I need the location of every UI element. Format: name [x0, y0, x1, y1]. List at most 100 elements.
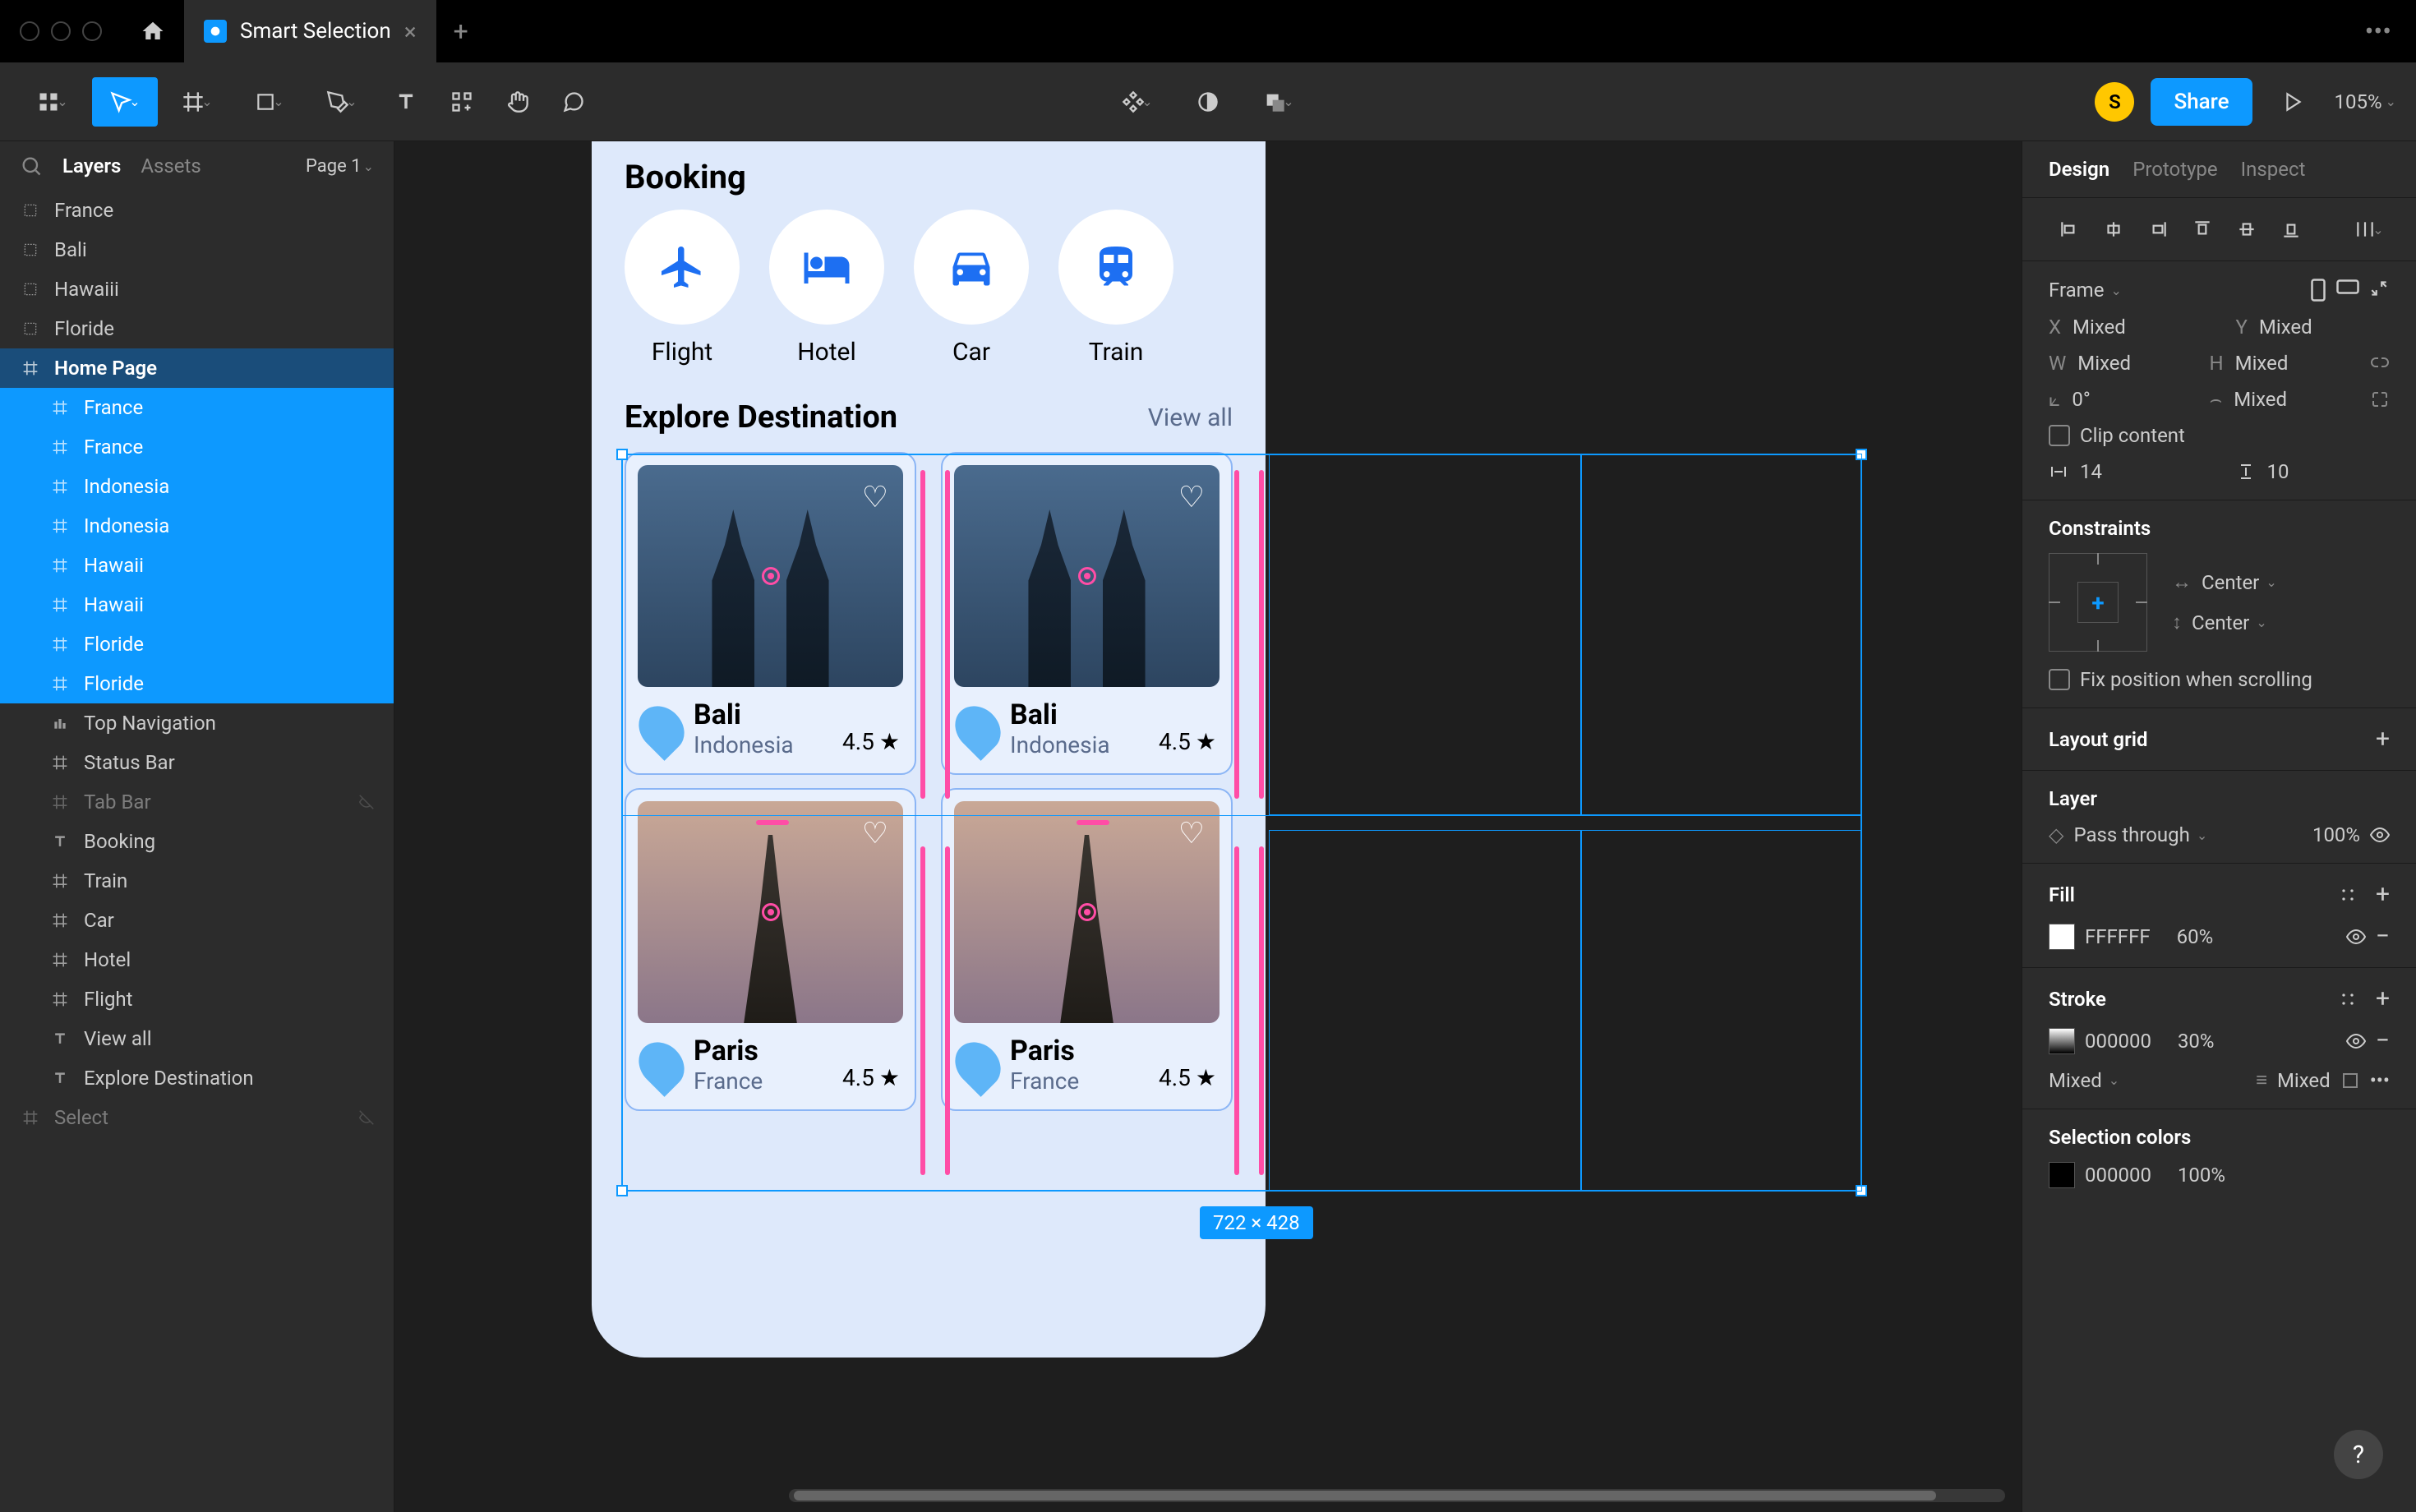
text-tool-button[interactable] — [381, 77, 431, 127]
scrollbar-thumb[interactable] — [794, 1491, 1936, 1500]
layer-item[interactable]: Top Navigation — [0, 703, 394, 743]
fill-swatch[interactable] — [2049, 924, 2075, 950]
smart-spacing-handle[interactable] — [920, 470, 925, 799]
layer-item[interactable]: Select — [0, 1098, 394, 1137]
booking-category[interactable]: Car — [914, 210, 1029, 366]
stroke-swatch[interactable] — [2049, 1028, 2075, 1054]
booking-category[interactable]: Hotel — [769, 210, 884, 366]
smart-spacing-handle[interactable] — [945, 846, 950, 1175]
v-constraint[interactable]: Center — [2192, 611, 2249, 634]
help-button[interactable]: ? — [2334, 1430, 2383, 1479]
stroke-visibility-icon[interactable] — [2346, 1031, 2366, 1051]
radius-input[interactable]: Mixed — [2234, 388, 2287, 411]
share-button[interactable]: Share — [2151, 78, 2252, 126]
inspect-tab[interactable]: Inspect — [2241, 158, 2306, 181]
assets-tab[interactable]: Assets — [141, 154, 201, 177]
layer-item[interactable]: View all — [0, 1019, 394, 1058]
blend-mode[interactable]: Pass through — [2073, 823, 2189, 846]
hand-tool-button[interactable] — [493, 77, 542, 127]
layer-item[interactable]: Car — [0, 901, 394, 940]
pen-tool-button[interactable]: ⌄ — [309, 77, 375, 127]
home-button[interactable] — [122, 0, 184, 62]
frame-tool-button[interactable]: ⌄ — [164, 77, 230, 127]
align-right-icon[interactable] — [2137, 214, 2179, 244]
present-button[interactable] — [2269, 77, 2318, 127]
layer-item[interactable]: Flight — [0, 980, 394, 1019]
add-fill-icon[interactable]: + — [2376, 880, 2390, 909]
fill-visibility-icon[interactable] — [2346, 927, 2366, 947]
zoom-control[interactable]: 105% ⌄ — [2335, 90, 2396, 113]
fix-scroll-checkbox[interactable] — [2049, 669, 2070, 690]
distribute-icon[interactable]: ⌄ — [2349, 214, 2390, 244]
file-tab[interactable]: Smart Selection × — [184, 0, 436, 62]
layer-item[interactable]: Status Bar — [0, 743, 394, 782]
components-button[interactable]: ⌄ — [1104, 77, 1170, 127]
align-hcenter-icon[interactable] — [2093, 214, 2134, 244]
add-layout-grid-icon[interactable]: + — [2376, 725, 2390, 754]
layer-item[interactable]: Floride — [0, 625, 394, 664]
independent-corners-icon[interactable] — [2370, 390, 2390, 409]
remove-stroke-icon[interactable]: − — [2376, 1026, 2390, 1055]
close-tab-icon[interactable]: × — [404, 18, 417, 45]
layer-hidden-icon[interactable] — [359, 1110, 374, 1125]
stroke-opacity[interactable]: 30% — [2178, 1030, 2215, 1053]
smart-spacing-handle[interactable] — [1259, 846, 1264, 1175]
visibility-icon[interactable] — [2370, 825, 2390, 845]
hspacing-input[interactable]: 14 — [2080, 460, 2102, 483]
selcolor-swatch[interactable] — [2049, 1162, 2075, 1188]
view-all-link[interactable]: View all — [1148, 403, 1233, 432]
add-stroke-icon[interactable]: + — [2376, 984, 2390, 1013]
smart-spacing-handle[interactable] — [945, 470, 950, 799]
stroke-more-icon[interactable]: ••• — [2370, 1069, 2390, 1092]
fill-style-icon[interactable] — [2340, 887, 2356, 903]
close-window-icon[interactable] — [20, 21, 39, 41]
layer-item[interactable]: Booking — [0, 822, 394, 861]
vspacing-input[interactable]: 10 — [2267, 460, 2289, 483]
layer-item[interactable]: Indonesia — [0, 467, 394, 506]
smart-spacing-handle[interactable] — [1234, 846, 1239, 1175]
smart-spacing-handle[interactable] — [920, 846, 925, 1175]
link-dimensions-icon[interactable] — [2370, 353, 2390, 373]
layer-item[interactable]: Train — [0, 861, 394, 901]
remove-fill-icon[interactable]: − — [2376, 922, 2390, 951]
frame-type[interactable]: Frame — [2049, 279, 2104, 302]
resources-tool-button[interactable] — [437, 77, 486, 127]
align-top-icon[interactable] — [2182, 214, 2223, 244]
resize-handle[interactable] — [616, 1185, 628, 1196]
layer-item[interactable]: Bali — [0, 230, 394, 270]
orientation-portrait-icon[interactable] — [2309, 278, 2327, 302]
stroke-hex[interactable]: 000000 — [2085, 1030, 2151, 1053]
stroke-position[interactable]: Mixed — [2049, 1069, 2102, 1092]
layer-item[interactable]: Floride — [0, 309, 394, 348]
page-selector[interactable]: Page 1 ⌄ — [306, 156, 374, 177]
layer-item[interactable]: France — [0, 388, 394, 427]
canvas[interactable]: Booking FlightHotelCarTrain Explore Dest… — [394, 141, 2022, 1512]
window-menu-icon[interactable]: ••• — [2340, 16, 2416, 47]
design-tab[interactable]: Design — [2049, 158, 2109, 181]
booking-category[interactable]: Train — [1058, 210, 1173, 366]
stroke-width[interactable]: Mixed — [2277, 1069, 2331, 1092]
new-tab-button[interactable]: + — [436, 0, 486, 62]
align-bottom-icon[interactable] — [2271, 214, 2312, 244]
layer-item[interactable]: Hawaiii — [0, 270, 394, 309]
booking-category[interactable]: Flight — [625, 210, 740, 366]
stroke-sides-icon[interactable] — [2340, 1071, 2360, 1090]
search-icon[interactable] — [20, 154, 43, 177]
layer-item[interactable]: Indonesia — [0, 506, 394, 546]
boolean-button[interactable]: ⌄ — [1246, 77, 1312, 127]
layer-item[interactable]: Hawaii — [0, 585, 394, 625]
constraints-widget[interactable]: + — [2049, 553, 2147, 652]
h-constraint[interactable]: Center — [2202, 571, 2259, 594]
smart-spacing-handle[interactable] — [1077, 820, 1109, 825]
mask-button[interactable] — [1183, 77, 1233, 127]
width-input[interactable]: Mixed — [2077, 352, 2131, 375]
prototype-tab[interactable]: Prototype — [2132, 158, 2217, 181]
orientation-landscape-icon[interactable] — [2335, 278, 2360, 296]
smart-spacing-handle[interactable] — [756, 820, 789, 825]
align-vcenter-icon[interactable] — [2226, 214, 2267, 244]
layer-item[interactable]: Tab Bar — [0, 782, 394, 822]
move-tool-button[interactable]: ⌄ — [92, 77, 158, 127]
main-menu-button[interactable]: ⌄ — [20, 77, 85, 127]
clip-content-checkbox[interactable] — [2049, 425, 2070, 446]
minimize-window-icon[interactable] — [51, 21, 71, 41]
